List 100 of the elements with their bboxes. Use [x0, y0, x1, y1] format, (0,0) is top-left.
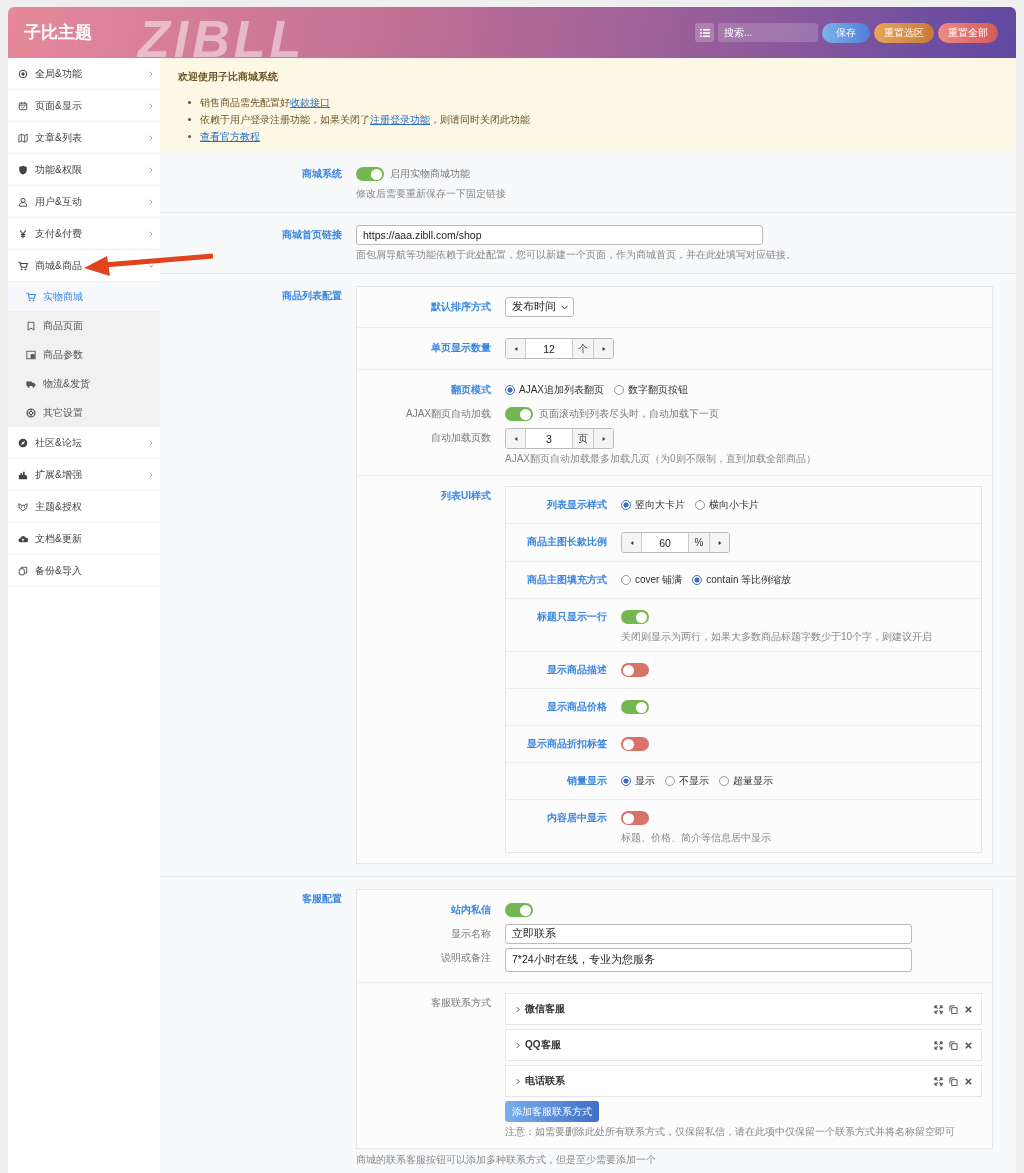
close-icon[interactable] [964, 1040, 973, 1050]
lifebuoy-icon [26, 407, 36, 418]
submenu-item[interactable]: 其它设置 [8, 398, 160, 427]
submenu-label: 商品页面 [43, 318, 83, 333]
sidebar-item[interactable]: 备份&导入 [8, 555, 160, 587]
radio-button[interactable] [614, 385, 624, 395]
number-stepper[interactable]: 3 页 [505, 428, 614, 449]
submenu-item[interactable]: 商品页面 [8, 311, 160, 340]
cart-icon [18, 260, 28, 271]
radio-button[interactable] [695, 500, 705, 510]
sidebar-item[interactable]: 用户&互动 [8, 186, 160, 218]
sidebar-label: 文档&更新 [35, 531, 82, 546]
sidebar-item[interactable]: 扩展&增强 [8, 459, 160, 491]
decrement-button[interactable] [622, 533, 642, 552]
map-icon [18, 132, 28, 143]
radio-option[interactable]: cover 铺满 [621, 573, 683, 587]
sidebar-item[interactable]: 功能&权限 [8, 154, 160, 186]
notice-link[interactable]: 收款接口 [290, 94, 330, 111]
toggle-switch[interactable] [621, 811, 649, 825]
accordion-item[interactable]: 电话联系 [505, 1065, 982, 1097]
decrement-button[interactable] [506, 429, 526, 448]
text-field[interactable]: https://aaa.zibll.com/shop [356, 225, 763, 245]
copy-icon[interactable] [949, 1076, 958, 1086]
notice-link[interactable]: 查看官方教程 [200, 128, 260, 145]
field-label: 列表UI样式 [440, 489, 491, 503]
radio-option[interactable]: 超量显示 [719, 774, 773, 788]
user-icon [18, 196, 28, 207]
radio-option[interactable]: 横向小卡片 [695, 498, 759, 512]
submenu-item[interactable]: 实物商城 [8, 282, 160, 311]
chevron-icon [149, 439, 153, 446]
switch-caption: 页面滚动到列表尽头时，自动加载下一页 [539, 407, 719, 421]
submenu-label: 其它设置 [43, 405, 83, 420]
radio-option[interactable]: 数字翻页按钮 [614, 383, 688, 397]
sidebar-item[interactable]: 文档&更新 [8, 523, 160, 555]
unit-label: % [688, 533, 709, 552]
close-icon[interactable] [964, 1004, 973, 1014]
help-text: 商城的联系客服按钮可以添加多种联系方式，但是至少需要添加一个 [356, 1153, 657, 1166]
radio-button[interactable] [719, 776, 729, 786]
bookmark-icon [26, 320, 36, 331]
chevron-icon [149, 70, 153, 77]
radio-option[interactable]: 不显示 [665, 774, 709, 788]
notice-link[interactable]: 注册登录功能 [370, 111, 430, 128]
copy-icon[interactable] [949, 1040, 958, 1050]
increment-button[interactable] [593, 429, 613, 448]
caret-right-icon [601, 435, 606, 442]
field-label: 内容居中显示 [546, 811, 607, 825]
decrement-button[interactable] [506, 339, 526, 358]
number-stepper[interactable]: 12 个 [505, 338, 614, 359]
field-label: 显示商品价格 [546, 700, 607, 714]
toggle-switch[interactable] [621, 610, 649, 624]
section-label: 客服配置 [301, 892, 342, 906]
cloud-upload-icon [18, 533, 28, 544]
chevron-icon [516, 1005, 520, 1013]
menu-button[interactable] [695, 23, 714, 42]
close-icon[interactable] [964, 1076, 973, 1086]
notice-text: 销售商品需先配置好 [200, 96, 290, 110]
increment-button[interactable] [709, 533, 729, 552]
submenu-item[interactable]: 物流&发货 [8, 369, 160, 398]
expand-icon[interactable] [934, 1076, 943, 1086]
chevron-icon [149, 166, 153, 173]
radio-button[interactable] [621, 500, 631, 510]
radio-button[interactable] [665, 776, 675, 786]
radio-button[interactable] [692, 575, 703, 585]
radio-button[interactable] [621, 575, 631, 585]
radio-button[interactable] [505, 385, 515, 395]
toggle-switch[interactable] [505, 903, 533, 917]
yen-icon [18, 228, 28, 239]
copy-icon[interactable] [949, 1004, 958, 1014]
bullet-icon [188, 118, 191, 121]
sidebar-label: 备份&导入 [35, 563, 82, 578]
radio-button[interactable] [621, 776, 631, 786]
sort-dropdown[interactable]: 发布时间 [505, 297, 574, 317]
number-stepper[interactable]: 60 % [621, 532, 730, 553]
expand-icon[interactable] [934, 1004, 943, 1014]
toggle-switch[interactable] [621, 663, 649, 677]
toggle-switch[interactable] [356, 167, 384, 181]
notice-title: 欢迎使用子比商城系统 [178, 70, 279, 84]
toggle-switch[interactable] [505, 407, 533, 421]
sidebar-item[interactable]: 支付&付费 [8, 218, 160, 250]
toggle-switch[interactable] [621, 737, 649, 751]
field-label: 单页显示数量 [430, 341, 491, 355]
accordion-item[interactable]: QQ客服 [505, 1029, 982, 1061]
radio-option[interactable]: 显示 [621, 774, 655, 788]
radio-option[interactable]: 竖向大卡片 [621, 498, 685, 512]
sidebar-label: 用户&互动 [35, 194, 82, 209]
submenu-item[interactable]: 商品参数 [8, 340, 160, 369]
sidebar-label: 全局&功能 [35, 66, 82, 81]
increment-button[interactable] [593, 339, 613, 358]
accordion-item[interactable]: 微信客服 [505, 993, 982, 1025]
expand-icon[interactable] [934, 1040, 943, 1050]
option-label: 超量显示 [733, 774, 773, 788]
sidebar-item[interactable]: 主题&授权 [8, 491, 160, 523]
text-field[interactable]: 立即联系 [505, 924, 912, 944]
field-label: 默认排序方式 [430, 300, 491, 314]
logo-watermark: ZIBLL [138, 9, 306, 58]
text-area[interactable]: 7*24小时在线，专业为您服务 [505, 948, 912, 972]
toggle-switch[interactable] [621, 700, 649, 714]
sidebar-label: 主题&授权 [35, 499, 82, 514]
sidebar-item[interactable]: 社区&论坛 [8, 427, 160, 459]
sidebar-label: 商城&商品 [35, 258, 82, 273]
